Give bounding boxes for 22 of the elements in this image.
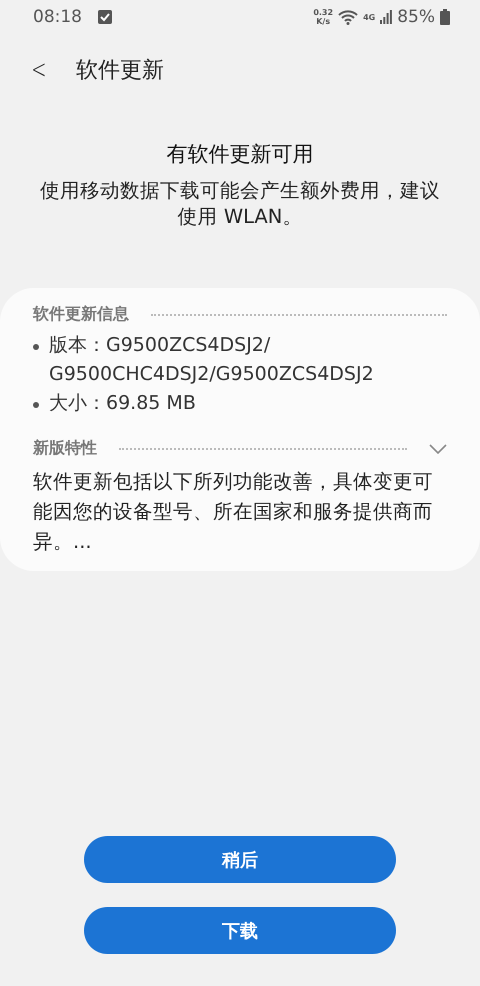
status-time: 08:18 bbox=[33, 7, 82, 27]
section-title: 新版特性 bbox=[33, 438, 97, 459]
action-button[interactable]: 稍后 bbox=[84, 836, 396, 883]
action-button[interactable]: 下载 bbox=[84, 907, 396, 954]
network-type: 4G bbox=[363, 12, 376, 22]
wifi-icon bbox=[338, 10, 358, 24]
section-title: 软件更新信息 bbox=[33, 304, 129, 325]
battery-icon bbox=[440, 9, 450, 25]
battery-percent: 85% bbox=[397, 7, 435, 27]
bullet-icon bbox=[33, 402, 39, 408]
network-speed: 0.32 K/s bbox=[313, 8, 334, 26]
page-title: 软件更新 bbox=[76, 57, 164, 85]
back-button[interactable]: < bbox=[28, 55, 50, 85]
notice-message: 使用移动数据下载可能会产生额外费用，建议使用 WLAN。 bbox=[39, 178, 441, 230]
chevron-down-icon[interactable] bbox=[429, 444, 447, 454]
info-text: 版本：G9500ZCS4DSJ2/ G9500CHC4DSJ2/G9500ZCS4DSJ2 bbox=[49, 333, 374, 387]
signal-icon bbox=[380, 10, 392, 24]
notice-title: 有软件更新可用 bbox=[166, 141, 314, 168]
features-text: 软件更新包括以下所列功能改善，具体变更可能因您的设备型号、所在国家和服务提供商而异。... bbox=[33, 469, 434, 555]
info-text: 大小：69.85 MB bbox=[49, 391, 196, 416]
checkbox-notification-icon bbox=[98, 10, 112, 24]
bullet-icon bbox=[33, 344, 39, 350]
